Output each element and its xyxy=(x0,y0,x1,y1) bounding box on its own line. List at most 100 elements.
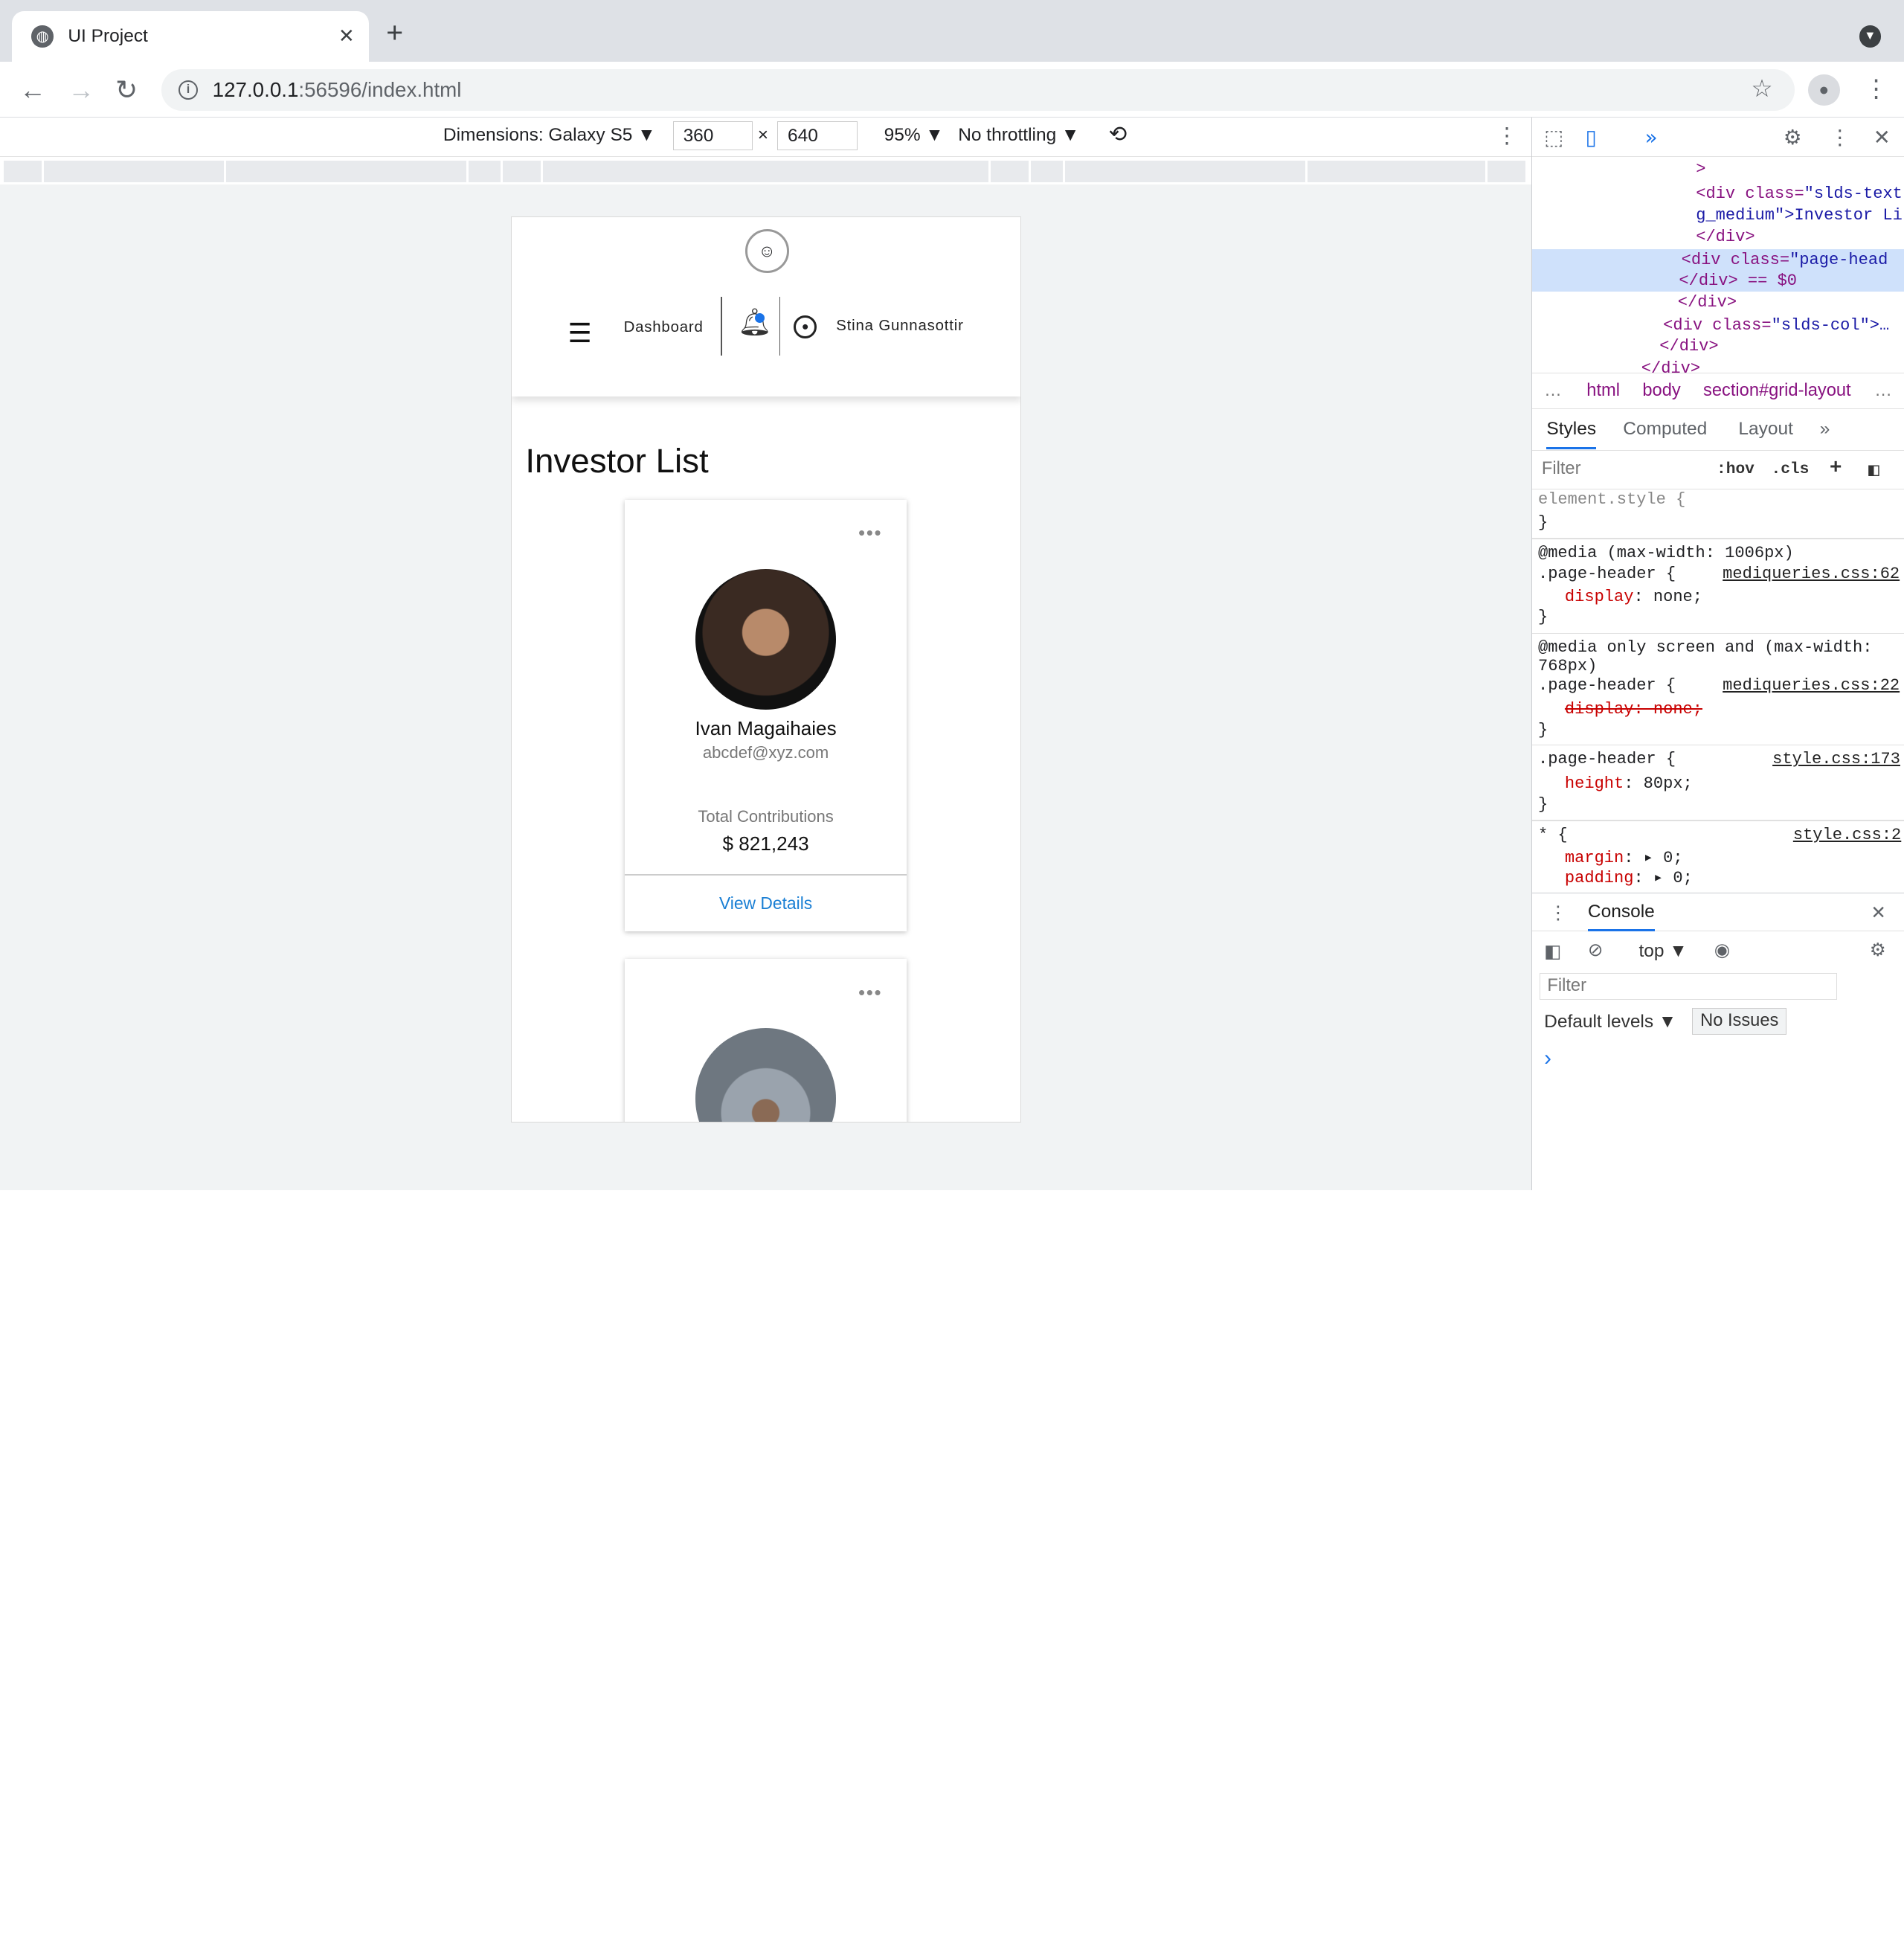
live-expression-icon[interactable]: ◉ xyxy=(1714,939,1730,961)
issues-button[interactable]: No Issues xyxy=(1692,1008,1787,1035)
breadcrumb-more[interactable]: … xyxy=(1874,381,1892,401)
add-rule-icon[interactable]: + xyxy=(1830,457,1842,480)
breadcrumb-html[interactable]: html xyxy=(1586,381,1620,401)
more-options-icon[interactable]: ••• xyxy=(858,521,882,545)
rule-separator xyxy=(1531,538,1904,539)
rule-selector[interactable]: * { xyxy=(1538,825,1568,847)
rule-selector[interactable]: .page-header { xyxy=(1538,749,1676,771)
console-filter-input[interactable]: Filter xyxy=(1539,972,1837,1000)
dom-line[interactable]: </div> == $0 xyxy=(1679,271,1797,292)
rule-source-link[interactable]: mediqueries.css:62 xyxy=(1723,564,1900,585)
breadcrumb-section[interactable]: section#grid-layout xyxy=(1703,381,1851,401)
rule-property[interactable]: height: 80px; xyxy=(1565,774,1693,795)
sidebar-toggle-icon[interactable]: ◧ xyxy=(1868,458,1879,481)
tab-console[interactable]: Console xyxy=(1587,902,1655,931)
dom-line[interactable]: </div> xyxy=(1641,359,1700,373)
height-input[interactable] xyxy=(776,121,858,151)
ruler-segment[interactable] xyxy=(3,160,44,182)
bell-icon[interactable]: 🔔︎ xyxy=(738,306,772,338)
ruler-segment[interactable] xyxy=(502,160,543,182)
ruler-segment[interactable] xyxy=(542,160,991,182)
breadcrumb-dots[interactable]: … xyxy=(1544,381,1562,401)
close-tab-icon[interactable]: ✕ xyxy=(338,25,355,48)
dom-line[interactable]: <div class="slds-text xyxy=(1696,184,1903,205)
nav-divider xyxy=(721,297,722,356)
more-options-icon[interactable]: ••• xyxy=(858,981,882,1004)
ruler-segment[interactable] xyxy=(991,160,1032,182)
settings-icon[interactable]: ⚙ xyxy=(1784,125,1802,150)
rule-property[interactable]: margin: ▸ 0; xyxy=(1565,848,1683,870)
devtools-menu-icon[interactable]: ⋮ xyxy=(1830,125,1850,150)
dom-line[interactable]: > xyxy=(1696,159,1705,181)
dashboard-link[interactable]: Dashboard xyxy=(624,319,704,336)
info-icon[interactable]: i xyxy=(178,80,199,100)
rule-source-link[interactable]: style.css:2 xyxy=(1793,825,1901,847)
dom-line[interactable]: </div> xyxy=(1678,292,1737,314)
tab-search-icon[interactable]: ▼ xyxy=(1859,25,1882,48)
dimensions-dropdown[interactable]: Dimensions: Galaxy S5 ▼ xyxy=(443,125,656,146)
styles-filter-input[interactable]: Filter xyxy=(1542,459,1581,479)
tab-styles[interactable]: Styles xyxy=(1546,419,1597,450)
user-name[interactable]: Stina Gunnasottir xyxy=(836,318,963,335)
rule-selector[interactable]: .page-header { xyxy=(1538,564,1676,585)
rule-property-overridden[interactable]: display: none; xyxy=(1565,699,1702,721)
hamburger-menu-icon[interactable]: ☰ xyxy=(567,318,591,349)
tab-computed[interactable]: Computed xyxy=(1623,419,1707,440)
dom-line[interactable]: <div class="slds-col">… xyxy=(1663,315,1889,337)
rule-source-link[interactable]: mediqueries.css:22 xyxy=(1723,675,1900,697)
ruler-segment[interactable] xyxy=(1031,160,1065,182)
browser-tab[interactable]: ◍ UI Project ✕ xyxy=(12,10,370,62)
rule-separator xyxy=(1531,820,1904,821)
console-toolbar: ◧ ⊘ top ▼ ◉ ⚙ Filter Default levels ▼ No… xyxy=(1532,931,1904,1077)
clear-console-icon[interactable]: ⊘ xyxy=(1588,939,1604,961)
app-logo[interactable]: ☺ xyxy=(744,228,789,273)
throttling-dropdown[interactable]: No throttling ▼ xyxy=(958,125,1079,146)
rotate-icon[interactable]: ⟲ xyxy=(1109,121,1128,147)
rule-property[interactable]: padding: ▸ 0; xyxy=(1565,868,1693,890)
hov-toggle[interactable]: :hov xyxy=(1717,460,1755,478)
user-icon[interactable]: ● xyxy=(794,315,817,338)
dom-line[interactable]: </div> xyxy=(1696,227,1755,248)
ruler-segment[interactable] xyxy=(225,160,469,182)
rule-selector[interactable]: element.style { xyxy=(1538,489,1685,511)
width-input[interactable] xyxy=(672,121,753,151)
ruler-segment[interactable] xyxy=(43,160,226,182)
rule-property[interactable]: display: none; xyxy=(1565,587,1702,608)
ruler-segment[interactable] xyxy=(1308,160,1488,182)
more-panels-icon[interactable]: » xyxy=(1645,125,1658,150)
zoom-dropdown[interactable]: 95% ▼ xyxy=(884,125,944,146)
view-details-link[interactable]: View Details xyxy=(625,893,907,913)
context-dropdown[interactable]: top ▼ xyxy=(1639,941,1688,962)
console-prompt[interactable]: › xyxy=(1544,1046,1551,1071)
inspect-element-icon[interactable]: ⬚ xyxy=(1544,125,1563,150)
rule-source-link[interactable]: style.css:173 xyxy=(1772,749,1900,771)
tab-layout[interactable]: Layout xyxy=(1738,419,1793,440)
tab-more[interactable]: » xyxy=(1820,419,1830,440)
dom-line[interactable]: g_medium">Investor Li xyxy=(1696,205,1903,227)
dom-line[interactable]: </div> xyxy=(1659,336,1718,358)
close-devtools-icon[interactable]: ✕ xyxy=(1874,125,1891,150)
bookmark-star-icon[interactable]: ☆ xyxy=(1751,74,1772,103)
rule-brace: } xyxy=(1537,721,1548,740)
cls-toggle[interactable]: .cls xyxy=(1771,460,1809,478)
profile-icon[interactable]: ● xyxy=(1808,74,1840,106)
rule-selector[interactable]: .page-header { xyxy=(1538,675,1676,697)
close-drawer-icon[interactable]: ✕ xyxy=(1871,902,1886,924)
address-bar[interactable]: i 127.0.0.1:56596/index.html xyxy=(161,69,1795,111)
dom-line[interactable]: <div class="page-head xyxy=(1682,250,1888,272)
new-tab-icon[interactable]: + xyxy=(386,17,403,50)
sidebar-icon[interactable]: ◧ xyxy=(1544,940,1561,963)
ruler-segment[interactable] xyxy=(1064,160,1308,182)
device-toggle-icon[interactable]: ▯ xyxy=(1586,125,1597,150)
reload-icon[interactable]: ↻ xyxy=(115,74,138,106)
drawer-menu-icon[interactable]: ⋮ xyxy=(1549,902,1567,924)
ruler-segment[interactable] xyxy=(1488,160,1528,182)
console-settings-icon[interactable]: ⚙ xyxy=(1870,939,1886,961)
forward-icon[interactable]: → xyxy=(68,74,94,106)
log-levels-dropdown[interactable]: Default levels ▼ xyxy=(1544,1012,1676,1032)
device-options-icon[interactable]: ⋮ xyxy=(1496,123,1517,149)
back-icon[interactable]: ← xyxy=(19,74,46,106)
ruler-segment[interactable] xyxy=(469,160,503,182)
breadcrumb-body[interactable]: body xyxy=(1642,381,1680,401)
browser-menu-icon[interactable]: ⋮ xyxy=(1864,74,1888,103)
